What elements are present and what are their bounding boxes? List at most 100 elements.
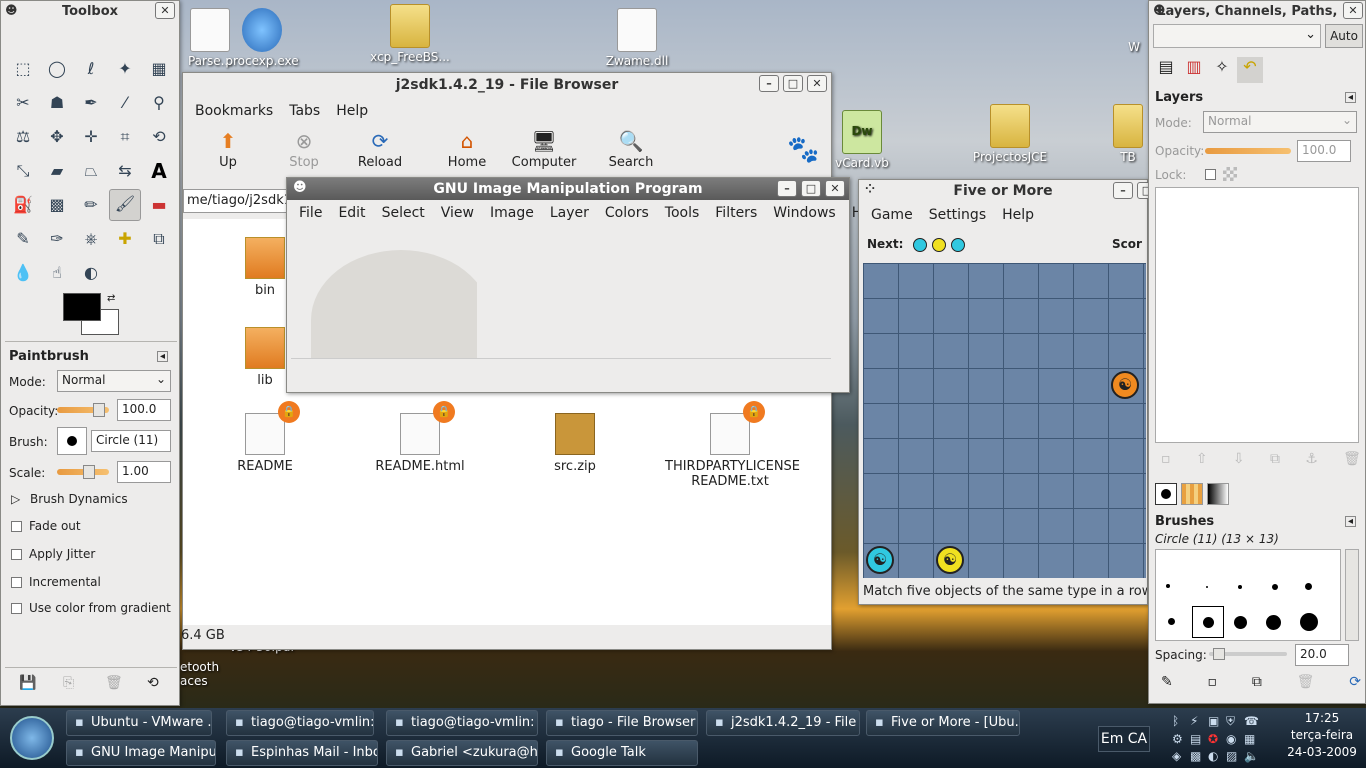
stop-button[interactable]: ⊗ Stop (269, 129, 339, 170)
language-indicator[interactable]: Em CA (1098, 726, 1150, 752)
task-file-browser-jdk[interactable]: j2sdk1.4.2_19 - File B... (706, 710, 860, 736)
clock[interactable]: 17:25 terça-feira 24-03-2009 (1282, 710, 1362, 761)
brush-preview[interactable] (57, 427, 87, 455)
gimp-titlebar[interactable]: ☻ GNU Image Manipulation Program – □ ✕ (287, 178, 849, 200)
antivirus-icon[interactable]: ✪ (1208, 732, 1224, 747)
color-select-icon[interactable]: ▦ (145, 55, 173, 83)
heal-icon[interactable]: ✚ (111, 225, 139, 253)
app-tray-icon[interactable]: ▣ (1208, 714, 1224, 730)
lower-layer-icon[interactable]: ⇩ (1233, 451, 1245, 467)
volume-icon[interactable]: 🔈 (1244, 749, 1260, 764)
shear-icon[interactable]: ▰ (43, 157, 71, 185)
task-gimp[interactable]: GNU Image Manipu... (66, 740, 216, 766)
search-button[interactable]: 🔍 Search (596, 129, 666, 170)
ball-cyan[interactable]: ☯ (866, 546, 894, 574)
menu-tools[interactable]: Tools (657, 205, 708, 221)
toolbox-titlebar[interactable]: ☻ Toolbox ✕ (1, 1, 179, 21)
gradients-tab-icon[interactable] (1207, 483, 1229, 505)
reset-icon[interactable]: ⟲ (147, 675, 159, 691)
menu-file[interactable]: File (291, 205, 330, 221)
minimize-button[interactable]: – (1113, 182, 1133, 199)
opacity-input[interactable]: 100.0 (117, 399, 171, 421)
file-thirdparty[interactable]: THIRDPARTYLICENSE README.txt (665, 413, 800, 489)
image-selector[interactable]: ⌄ (1153, 24, 1321, 48)
text-icon[interactable]: A (145, 157, 173, 185)
magic-wand-icon[interactable]: ✦ (111, 55, 139, 83)
layers-list[interactable] (1155, 187, 1359, 443)
panel-menu-icon[interactable]: ◂ (1345, 516, 1356, 527)
menu-windows[interactable]: Windows (765, 205, 844, 221)
desktop-icon-procexp[interactable]: procexp.exe (222, 8, 302, 68)
phone-icon[interactable]: ☎ (1244, 714, 1260, 730)
brush-name-field[interactable]: Circle (11) (91, 430, 171, 452)
location-path-field[interactable]: me/tiago/j2sdk1. (183, 189, 293, 213)
raise-layer-icon[interactable]: ⇧ (1196, 451, 1208, 467)
scale-input[interactable]: 1.00 (117, 461, 171, 483)
menu-colors[interactable]: Colors (597, 205, 657, 221)
file-readme[interactable]: README (200, 413, 330, 474)
tray-icon[interactable]: ▨ (1226, 749, 1242, 764)
layer-opacity-slider[interactable] (1205, 148, 1291, 154)
brushes-scrollbar[interactable] (1345, 549, 1359, 641)
task-five-or-more[interactable]: Five or More - [Ubu... (866, 710, 1020, 736)
ball-yellow[interactable]: ☯ (936, 546, 964, 574)
tray-icon[interactable]: ⚙ (1172, 732, 1188, 747)
delete-layer-icon[interactable]: 🗑 (1343, 451, 1361, 467)
undo-tab-icon[interactable]: ↶ (1237, 57, 1263, 83)
tray-icon[interactable]: ◈ (1172, 749, 1188, 764)
desktop-icon-w[interactable]: W (1122, 40, 1146, 54)
menu-edit[interactable]: Edit (330, 205, 373, 221)
paintbrush-icon[interactable]: 🖌 (109, 189, 141, 221)
zoom-icon[interactable]: ⚲ (145, 89, 173, 117)
tray-icon[interactable]: ▤ (1190, 732, 1206, 747)
apply-jitter-checkbox[interactable] (11, 549, 22, 560)
new-layer-icon[interactable]: ▫ (1161, 451, 1171, 467)
file-src-zip[interactable]: src.zip (510, 413, 640, 474)
incremental-checkbox[interactable] (11, 577, 22, 588)
tray-icon[interactable]: ▦ (1244, 732, 1260, 747)
menu-game[interactable]: Game (863, 207, 921, 223)
panel-menu-icon[interactable]: ◂ (157, 351, 168, 362)
blur-icon[interactable]: 💧 (9, 259, 37, 287)
ball-orange[interactable]: ☯ (1111, 371, 1139, 399)
security-icon[interactable]: ⛨ (1226, 714, 1242, 730)
menu-select[interactable]: Select (374, 205, 433, 221)
desktop-icon-zwame[interactable]: Zwame.dll (597, 8, 677, 68)
menu-help[interactable]: Help (328, 103, 376, 119)
foreground-select-icon[interactable]: ☗ (43, 89, 71, 117)
rotate-icon[interactable]: ⟲ (145, 123, 173, 151)
tray-icon[interactable]: ◐ (1208, 749, 1224, 764)
start-button[interactable] (10, 716, 54, 760)
measure-icon[interactable]: ⚖ (9, 123, 37, 151)
menu-help[interactable]: Help (994, 207, 1042, 223)
auto-button[interactable]: Auto (1325, 24, 1363, 48)
tray-icon[interactable]: ▩ (1190, 749, 1206, 764)
pencil-icon[interactable]: ✏ (77, 191, 105, 219)
edit-brush-icon[interactable]: ✎ (1161, 674, 1173, 690)
bucket-fill-icon[interactable]: ⛽ (9, 191, 37, 219)
paths-tab-icon[interactable]: ✧ (1209, 57, 1235, 83)
gradient-color-checkbox[interactable] (11, 603, 22, 614)
close-button[interactable]: ✕ (825, 180, 845, 197)
rect-select-icon[interactable]: ⬚ (9, 55, 37, 83)
file-browser-titlebar[interactable]: j2sdk1.4.2_19 - File Browser – □ ✕ (183, 73, 831, 97)
scissors-icon[interactable]: ✂ (9, 89, 37, 117)
move-icon[interactable]: ✥ (43, 123, 71, 151)
smudge-icon[interactable]: ☝ (43, 259, 71, 287)
channels-tab-icon[interactable]: ▥ (1181, 57, 1207, 83)
eraser-icon[interactable]: ▬ (145, 191, 173, 219)
menu-layer[interactable]: Layer (542, 205, 597, 221)
layers-tab-icon[interactable]: ▤ (1153, 57, 1179, 83)
menu-view[interactable]: View (433, 205, 482, 221)
dodge-burn-icon[interactable]: ◐ (77, 259, 105, 287)
spacing-slider-handle[interactable] (1213, 648, 1225, 660)
perspective-icon[interactable]: ⏢ (77, 157, 105, 185)
layer-mode-select[interactable]: Normal ⌄ (1203, 111, 1357, 133)
opacity-slider-handle[interactable] (93, 403, 105, 417)
align-icon[interactable]: ✛ (77, 123, 105, 151)
duplicate-layer-icon[interactable]: ⧉ (1270, 451, 1280, 467)
tray-icon[interactable]: ◉ (1226, 732, 1242, 747)
fade-out-checkbox[interactable] (11, 521, 22, 532)
new-brush-icon[interactable]: ▫ (1208, 674, 1218, 690)
maximize-button[interactable]: □ (783, 75, 803, 92)
